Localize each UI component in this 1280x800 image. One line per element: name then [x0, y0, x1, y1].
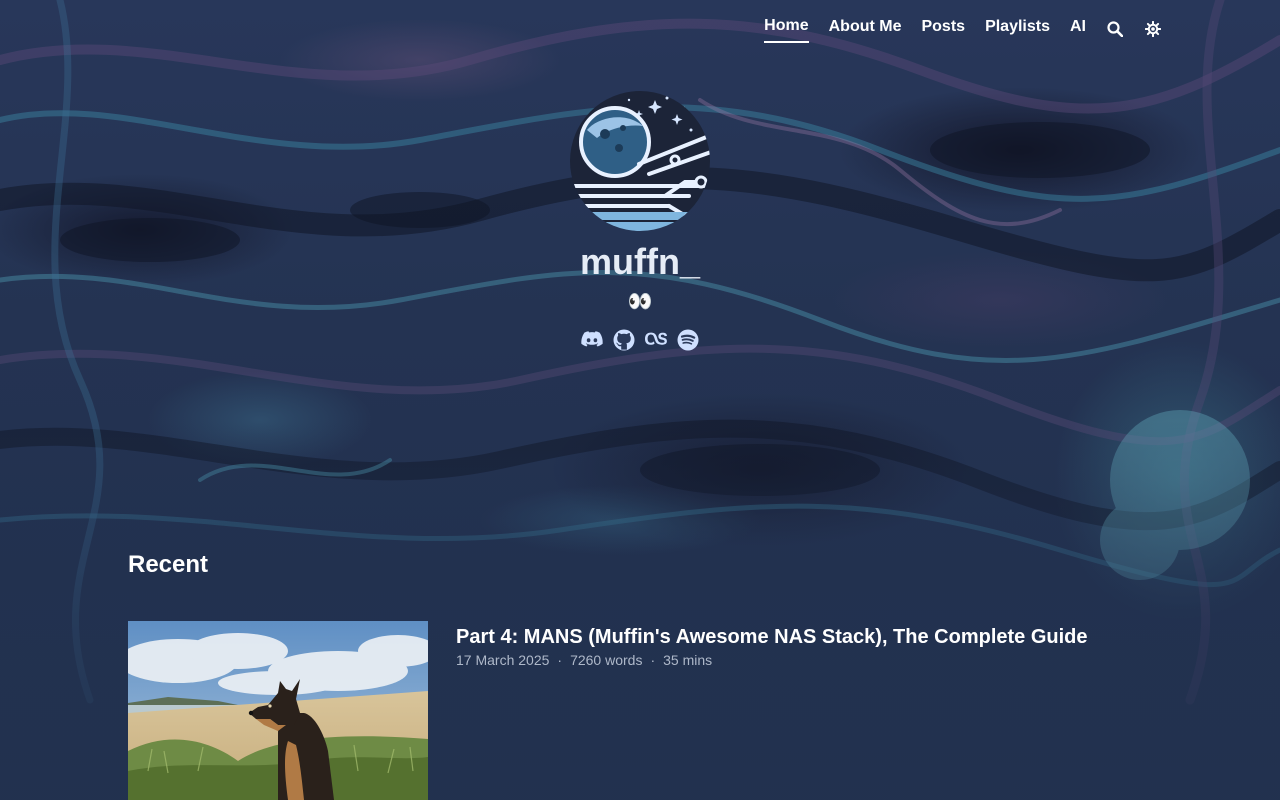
post-thumbnail[interactable]	[128, 621, 428, 800]
meta-separator: ·	[557, 652, 563, 668]
site-name: muffn_	[580, 241, 700, 282]
github-icon[interactable]	[612, 328, 636, 352]
nav-home[interactable]: Home	[764, 14, 809, 43]
dog-on-dunes-image	[128, 621, 428, 800]
discord-icon[interactable]	[580, 328, 604, 352]
nav-playlists[interactable]: Playlists	[985, 15, 1050, 42]
search-icon[interactable]	[1106, 20, 1124, 38]
post-meta: 17 March 2025 · 7260 words · 35 mins	[456, 651, 712, 669]
spotify-icon[interactable]	[676, 328, 700, 352]
recent-heading: Recent	[128, 551, 209, 578]
meta-separator: ·	[650, 652, 656, 668]
post-read-time: 35 mins	[663, 652, 713, 668]
nav-ai[interactable]: AI	[1070, 15, 1086, 42]
post-card: Part 4: MANS (Muffin's Awesome NAS Stack…	[128, 621, 1152, 800]
top-nav: Home About Me Posts Playlists AI	[764, 14, 1162, 43]
theme-toggle-icon[interactable]	[1144, 20, 1162, 38]
site-subtitle: 👀	[627, 291, 653, 313]
post-title[interactable]: Part 4: MANS (Muffin's Awesome NAS Stack…	[456, 625, 1088, 649]
nav-about-me[interactable]: About Me	[829, 15, 902, 42]
social-links	[0, 328, 1280, 352]
planet-circuit-logo	[570, 91, 710, 231]
lastfm-icon[interactable]	[644, 328, 668, 352]
nav-posts[interactable]: Posts	[921, 15, 965, 42]
post-date: 17 March 2025	[456, 652, 550, 668]
post-word-count: 7260 words	[570, 652, 643, 668]
avatar	[569, 90, 711, 232]
